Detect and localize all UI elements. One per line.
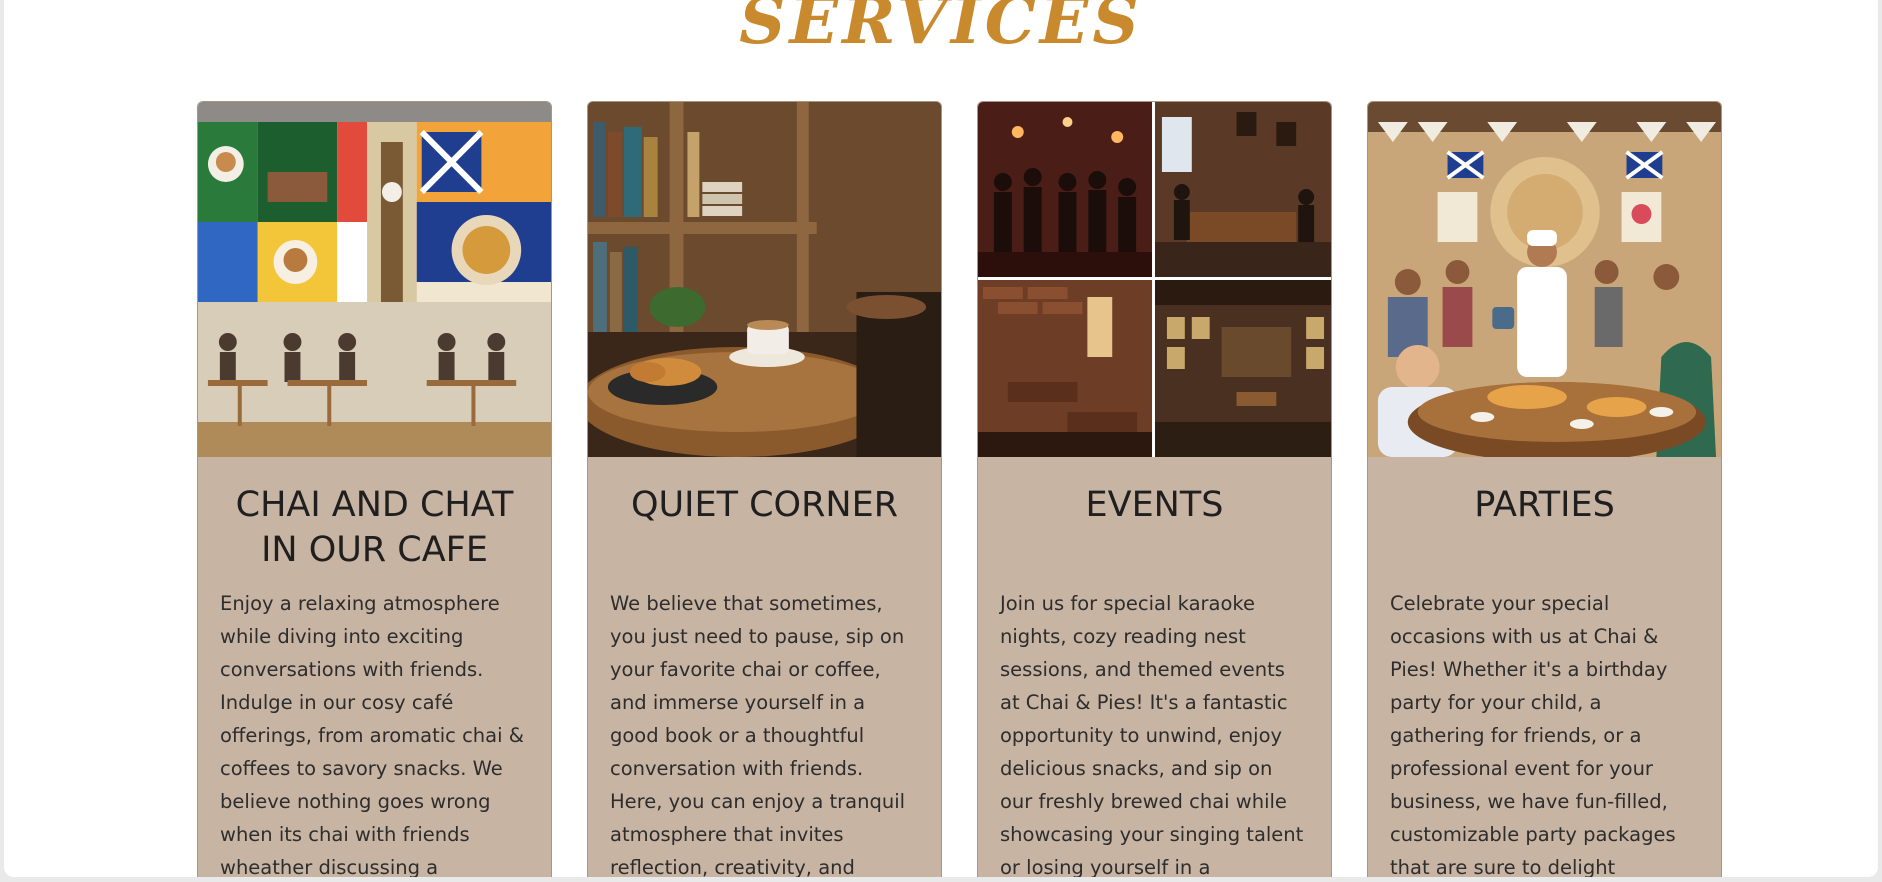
- cafe-collage-image: [198, 102, 551, 457]
- service-card-title: CHAI AND CHAT IN OUR CAFE: [235, 485, 514, 570]
- service-card-image: [588, 102, 941, 457]
- section-title: SERVICES: [739, 0, 1143, 59]
- service-card-chai-and-chat[interactable]: CHAI AND CHAT IN OUR CAFE Enjoy a relaxi…: [197, 101, 552, 877]
- bookshelf-chai-image: [588, 102, 941, 457]
- page: SERVICES CHAI AND CHAT IN OUR CAFE Enjoy…: [4, 0, 1878, 877]
- service-card-description: Celebrate your special occasions with us…: [1390, 592, 1676, 877]
- service-card-description: Enjoy a relaxing atmosphere while diving…: [220, 592, 524, 877]
- service-card-image: [1368, 102, 1721, 457]
- service-card-image: [198, 102, 551, 457]
- service-card-title: QUIET CORNER: [630, 485, 899, 525]
- service-card-description: We believe that sometimes, you just need…: [610, 592, 906, 877]
- service-card-image: [978, 102, 1331, 457]
- service-card-title: EVENTS: [1085, 485, 1224, 525]
- services-cards: CHAI AND CHAT IN OUR CAFE Enjoy a relaxi…: [197, 101, 1727, 877]
- service-card-description: Join us for special karaoke nights, cozy…: [1000, 592, 1304, 877]
- service-card-title: PARTIES: [1474, 485, 1615, 525]
- events-collage-image: [978, 102, 1331, 457]
- service-card-quiet-corner[interactable]: QUIET CORNER We believe that sometimes, …: [587, 101, 942, 877]
- party-image: [1368, 102, 1721, 457]
- service-card-parties[interactable]: PARTIES Celebrate your special occasions…: [1367, 101, 1722, 877]
- service-card-events[interactable]: EVENTS Join us for special karaoke night…: [977, 101, 1332, 877]
